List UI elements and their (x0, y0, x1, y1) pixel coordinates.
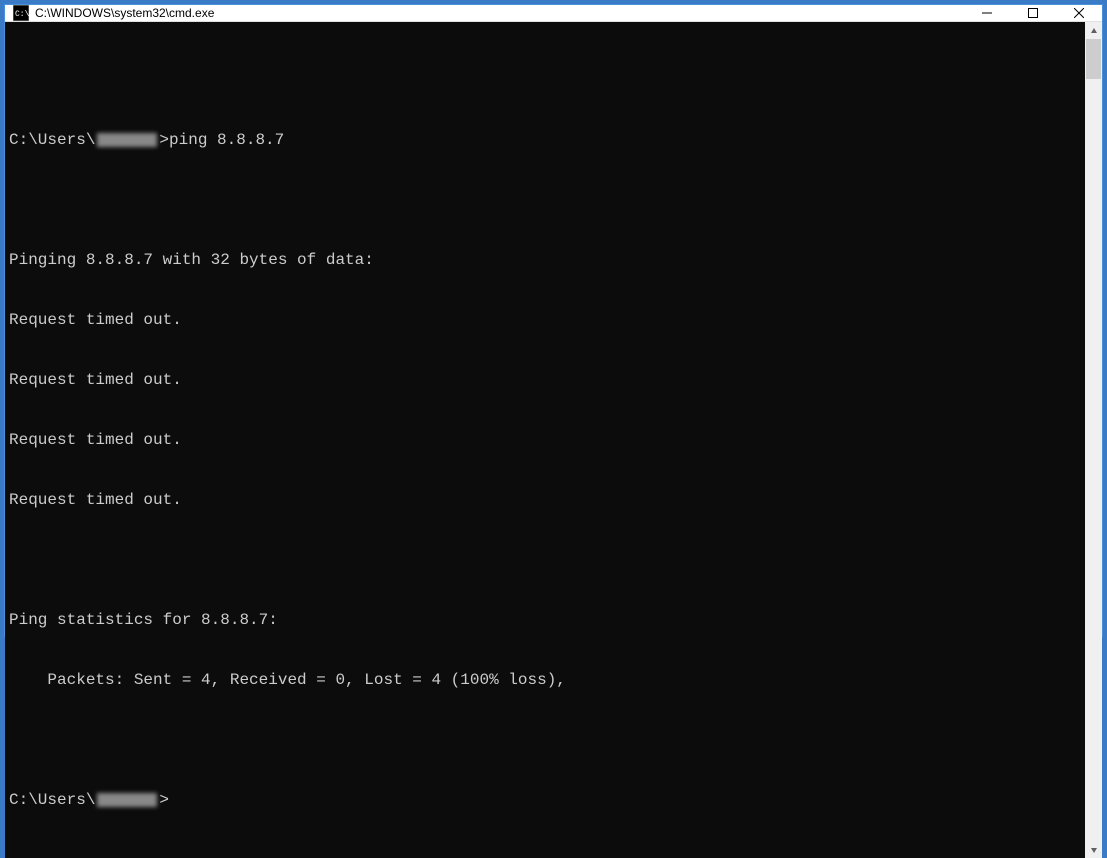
prompt-path: C:\Users\ (9, 131, 95, 149)
maximize-button[interactable] (1010, 5, 1056, 21)
cmd-window: C:\ C:\WINDOWS\system32\cmd.exe C:\Users… (4, 4, 1103, 637)
redacted-username (97, 133, 157, 147)
content-area: C:\Users\>ping 8.8.8.7 Pinging 8.8.8.7 w… (5, 22, 1102, 858)
command-text: ping 8.8.8.7 (169, 131, 284, 149)
titlebar[interactable]: C:\ C:\WINDOWS\system32\cmd.exe (5, 5, 1102, 22)
terminal-line (9, 190, 1081, 210)
output-line: Packets: Sent = 4, Received = 0, Lost = … (9, 670, 1081, 690)
window-title: C:\WINDOWS\system32\cmd.exe (35, 6, 964, 20)
scrollbar-track[interactable] (1085, 39, 1102, 841)
window-controls (964, 5, 1102, 21)
prompt-path: C:\Users\ (9, 791, 95, 809)
svg-text:C:\: C:\ (15, 10, 29, 19)
output-line: Pinging 8.8.8.7 with 32 bytes of data: (9, 250, 1081, 270)
redacted-username (97, 793, 157, 807)
vertical-scrollbar[interactable] (1085, 22, 1102, 858)
terminal-line (9, 70, 1081, 90)
output-line: Request timed out. (9, 490, 1081, 510)
prompt-line: C:\Users\ > (9, 790, 1081, 810)
prompt-suffix: > (159, 131, 169, 149)
prompt-line: C:\Users\ >ping 8.8.8.7 (9, 130, 1081, 150)
minimize-button[interactable] (964, 5, 1010, 21)
scrollbar-down-button[interactable] (1085, 841, 1102, 858)
output-line: Request timed out. (9, 430, 1081, 450)
scrollbar-thumb[interactable] (1086, 39, 1101, 79)
output-line: Request timed out. (9, 310, 1081, 330)
output-line: Request timed out. (9, 370, 1081, 390)
cmd-icon: C:\ (13, 5, 29, 21)
terminal[interactable]: C:\Users\>ping 8.8.8.7 Pinging 8.8.8.7 w… (5, 22, 1085, 858)
terminal-line (9, 550, 1081, 570)
scrollbar-up-button[interactable] (1085, 22, 1102, 39)
output-line: Ping statistics for 8.8.8.7: (9, 610, 1081, 630)
prompt-suffix: > (159, 791, 169, 809)
close-button[interactable] (1056, 5, 1102, 21)
terminal-line (9, 730, 1081, 750)
